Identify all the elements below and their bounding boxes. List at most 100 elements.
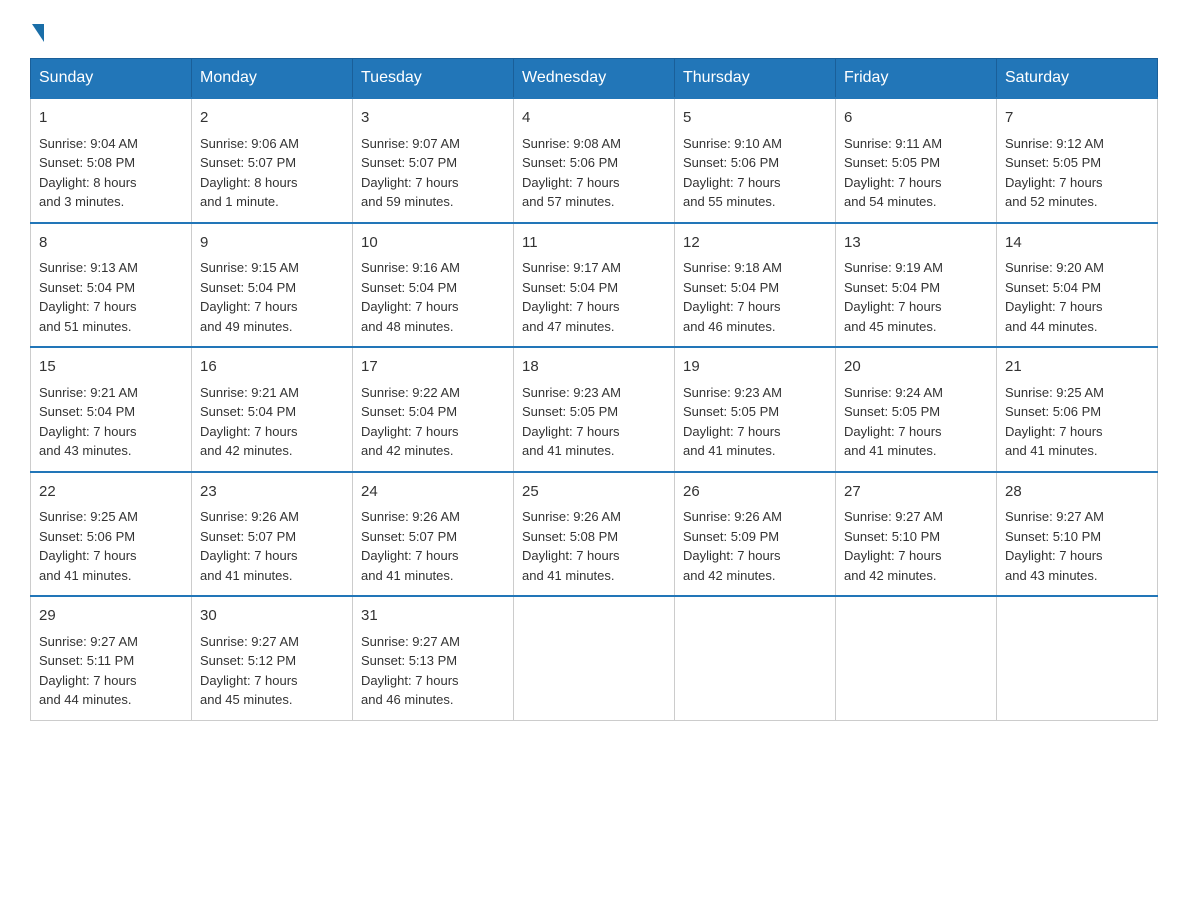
day-info-text: Sunrise: 9:08 AM xyxy=(522,134,666,154)
day-info-text: Sunset: 5:05 PM xyxy=(683,402,827,422)
day-info-text: Daylight: 7 hours xyxy=(522,173,666,193)
day-info-text: Sunrise: 9:04 AM xyxy=(39,134,183,154)
day-info-text: and 42 minutes. xyxy=(361,441,505,461)
day-info-text: Daylight: 7 hours xyxy=(1005,297,1149,317)
calendar-cell: 13Sunrise: 9:19 AMSunset: 5:04 PMDayligh… xyxy=(836,223,997,348)
day-info-text: Sunrise: 9:22 AM xyxy=(361,383,505,403)
day-info-text: Daylight: 7 hours xyxy=(361,546,505,566)
day-info-text: and 57 minutes. xyxy=(522,192,666,212)
day-info-text: Daylight: 8 hours xyxy=(39,173,183,193)
day-info-text: and 42 minutes. xyxy=(200,441,344,461)
day-number: 9 xyxy=(200,232,344,255)
day-info-text: Sunrise: 9:27 AM xyxy=(39,632,183,652)
day-info-text: and 52 minutes. xyxy=(1005,192,1149,212)
calendar-cell: 8Sunrise: 9:13 AMSunset: 5:04 PMDaylight… xyxy=(31,223,192,348)
day-info-text: Sunset: 5:04 PM xyxy=(1005,278,1149,298)
day-info-text: and 41 minutes. xyxy=(39,566,183,586)
day-info-text: Daylight: 7 hours xyxy=(844,422,988,442)
calendar-cell: 4 Sunrise: 9:08 AMSunset: 5:06 PMDaylight… xyxy=(514,98,675,223)
calendar-cell: 10Sunrise: 9:16 AMSunset: 5:04 PMDayligh… xyxy=(353,223,514,348)
day-info-text: Sunrise: 9:25 AM xyxy=(39,507,183,527)
day-info-text: Sunset: 5:08 PM xyxy=(522,527,666,547)
logo xyxy=(30,20,44,38)
calendar-cell: 17 Sunrise: 9:22 AMSunset: 5:04 PMDayligh… xyxy=(353,347,514,472)
day-info-text: and 41 minutes. xyxy=(1005,441,1149,461)
day-info-text: Daylight: 7 hours xyxy=(361,671,505,691)
day-info-text: and 54 minutes. xyxy=(844,192,988,212)
day-number: 4 xyxy=(522,107,666,130)
day-number: 8 xyxy=(39,232,183,255)
day-number: 2 xyxy=(200,107,344,130)
calendar-cell: 12Sunrise: 9:18 AMSunset: 5:04 PMDayligh… xyxy=(675,223,836,348)
day-info-text: Daylight: 7 hours xyxy=(522,422,666,442)
day-number: 24 xyxy=(361,481,505,504)
day-info-text: Sunrise: 9:27 AM xyxy=(200,632,344,652)
day-info-text: Daylight: 7 hours xyxy=(1005,173,1149,193)
day-info-text: Sunset: 5:04 PM xyxy=(683,278,827,298)
calendar-cell: 16Sunrise: 9:21 AMSunset: 5:04 PMDayligh… xyxy=(192,347,353,472)
day-number: 11 xyxy=(522,232,666,255)
day-info-text: Daylight: 7 hours xyxy=(200,546,344,566)
day-info-text: Sunset: 5:10 PM xyxy=(1005,527,1149,547)
day-number: 26 xyxy=(683,481,827,504)
day-info-text: Daylight: 8 hours xyxy=(200,173,344,193)
day-info-text: and 44 minutes. xyxy=(39,690,183,710)
day-info-text: Sunset: 5:07 PM xyxy=(200,153,344,173)
day-info-text: Sunset: 5:04 PM xyxy=(39,402,183,422)
day-info-text: Sunrise: 9:11 AM xyxy=(844,134,988,154)
day-info-text: Sunset: 5:07 PM xyxy=(361,153,505,173)
calendar-cell: 11Sunrise: 9:17 AMSunset: 5:04 PMDayligh… xyxy=(514,223,675,348)
day-info-text: Sunset: 5:05 PM xyxy=(522,402,666,422)
calendar-cell: 29Sunrise: 9:27 AMSunset: 5:11 PMDayligh… xyxy=(31,596,192,720)
day-info-text: Daylight: 7 hours xyxy=(1005,422,1149,442)
calendar-cell: 15Sunrise: 9:21 AMSunset: 5:04 PMDayligh… xyxy=(31,347,192,472)
day-info-text: Sunset: 5:11 PM xyxy=(39,651,183,671)
day-number: 18 xyxy=(522,356,666,379)
day-info-text: Daylight: 7 hours xyxy=(683,546,827,566)
day-info-text: Sunrise: 9:23 AM xyxy=(683,383,827,403)
calendar-cell: 26Sunrise: 9:26 AMSunset: 5:09 PMDayligh… xyxy=(675,472,836,597)
calendar-cell: 7Sunrise: 9:12 AMSunset: 5:05 PMDaylight… xyxy=(997,98,1158,223)
calendar-cell: 9Sunrise: 9:15 AMSunset: 5:04 PMDaylight… xyxy=(192,223,353,348)
day-info-text: Sunrise: 9:06 AM xyxy=(200,134,344,154)
day-info-text: Sunset: 5:04 PM xyxy=(361,402,505,422)
calendar-cell: 23Sunrise: 9:26 AMSunset: 5:07 PMDayligh… xyxy=(192,472,353,597)
day-info-text: Daylight: 7 hours xyxy=(361,422,505,442)
day-number: 20 xyxy=(844,356,988,379)
day-info-text: and 48 minutes. xyxy=(361,317,505,337)
day-info-text: Sunset: 5:06 PM xyxy=(39,527,183,547)
day-info-text: Sunrise: 9:26 AM xyxy=(522,507,666,527)
day-info-text: Sunset: 5:05 PM xyxy=(844,153,988,173)
calendar-cell xyxy=(514,596,675,720)
calendar-cell: 27Sunrise: 9:27 AMSunset: 5:10 PMDayligh… xyxy=(836,472,997,597)
day-info-text: Sunset: 5:06 PM xyxy=(1005,402,1149,422)
day-info-text: and 46 minutes. xyxy=(683,317,827,337)
calendar-week-row: 8Sunrise: 9:13 AMSunset: 5:04 PMDaylight… xyxy=(31,223,1158,348)
day-info-text: Sunset: 5:06 PM xyxy=(522,153,666,173)
logo-triangle-icon xyxy=(32,24,44,42)
day-info-text: Daylight: 7 hours xyxy=(844,297,988,317)
calendar-cell xyxy=(836,596,997,720)
calendar-cell: 2 Sunrise: 9:06 AMSunset: 5:07 PMDaylight… xyxy=(192,98,353,223)
day-info-text: Sunrise: 9:21 AM xyxy=(200,383,344,403)
day-number: 5 xyxy=(683,107,827,130)
day-number: 3 xyxy=(361,107,505,130)
day-info-text: Sunset: 5:10 PM xyxy=(844,527,988,547)
day-info-text: and 46 minutes. xyxy=(361,690,505,710)
day-info-text: and 51 minutes. xyxy=(39,317,183,337)
day-info-text: Sunrise: 9:23 AM xyxy=(522,383,666,403)
day-info-text: and 43 minutes. xyxy=(39,441,183,461)
day-info-text: Sunrise: 9:17 AM xyxy=(522,258,666,278)
day-info-text: Daylight: 7 hours xyxy=(200,671,344,691)
day-number: 25 xyxy=(522,481,666,504)
day-info-text: Sunset: 5:04 PM xyxy=(39,278,183,298)
day-number: 17 xyxy=(361,356,505,379)
day-info-text: Sunset: 5:08 PM xyxy=(39,153,183,173)
calendar-week-row: 29Sunrise: 9:27 AMSunset: 5:11 PMDayligh… xyxy=(31,596,1158,720)
day-info-text: Sunset: 5:05 PM xyxy=(844,402,988,422)
day-info-text: Daylight: 7 hours xyxy=(361,297,505,317)
calendar-cell: 19Sunrise: 9:23 AMSunset: 5:05 PMDayligh… xyxy=(675,347,836,472)
calendar-cell: 20Sunrise: 9:24 AMSunset: 5:05 PMDayligh… xyxy=(836,347,997,472)
day-info-text: and 55 minutes. xyxy=(683,192,827,212)
day-info-text: and 3 minutes. xyxy=(39,192,183,212)
